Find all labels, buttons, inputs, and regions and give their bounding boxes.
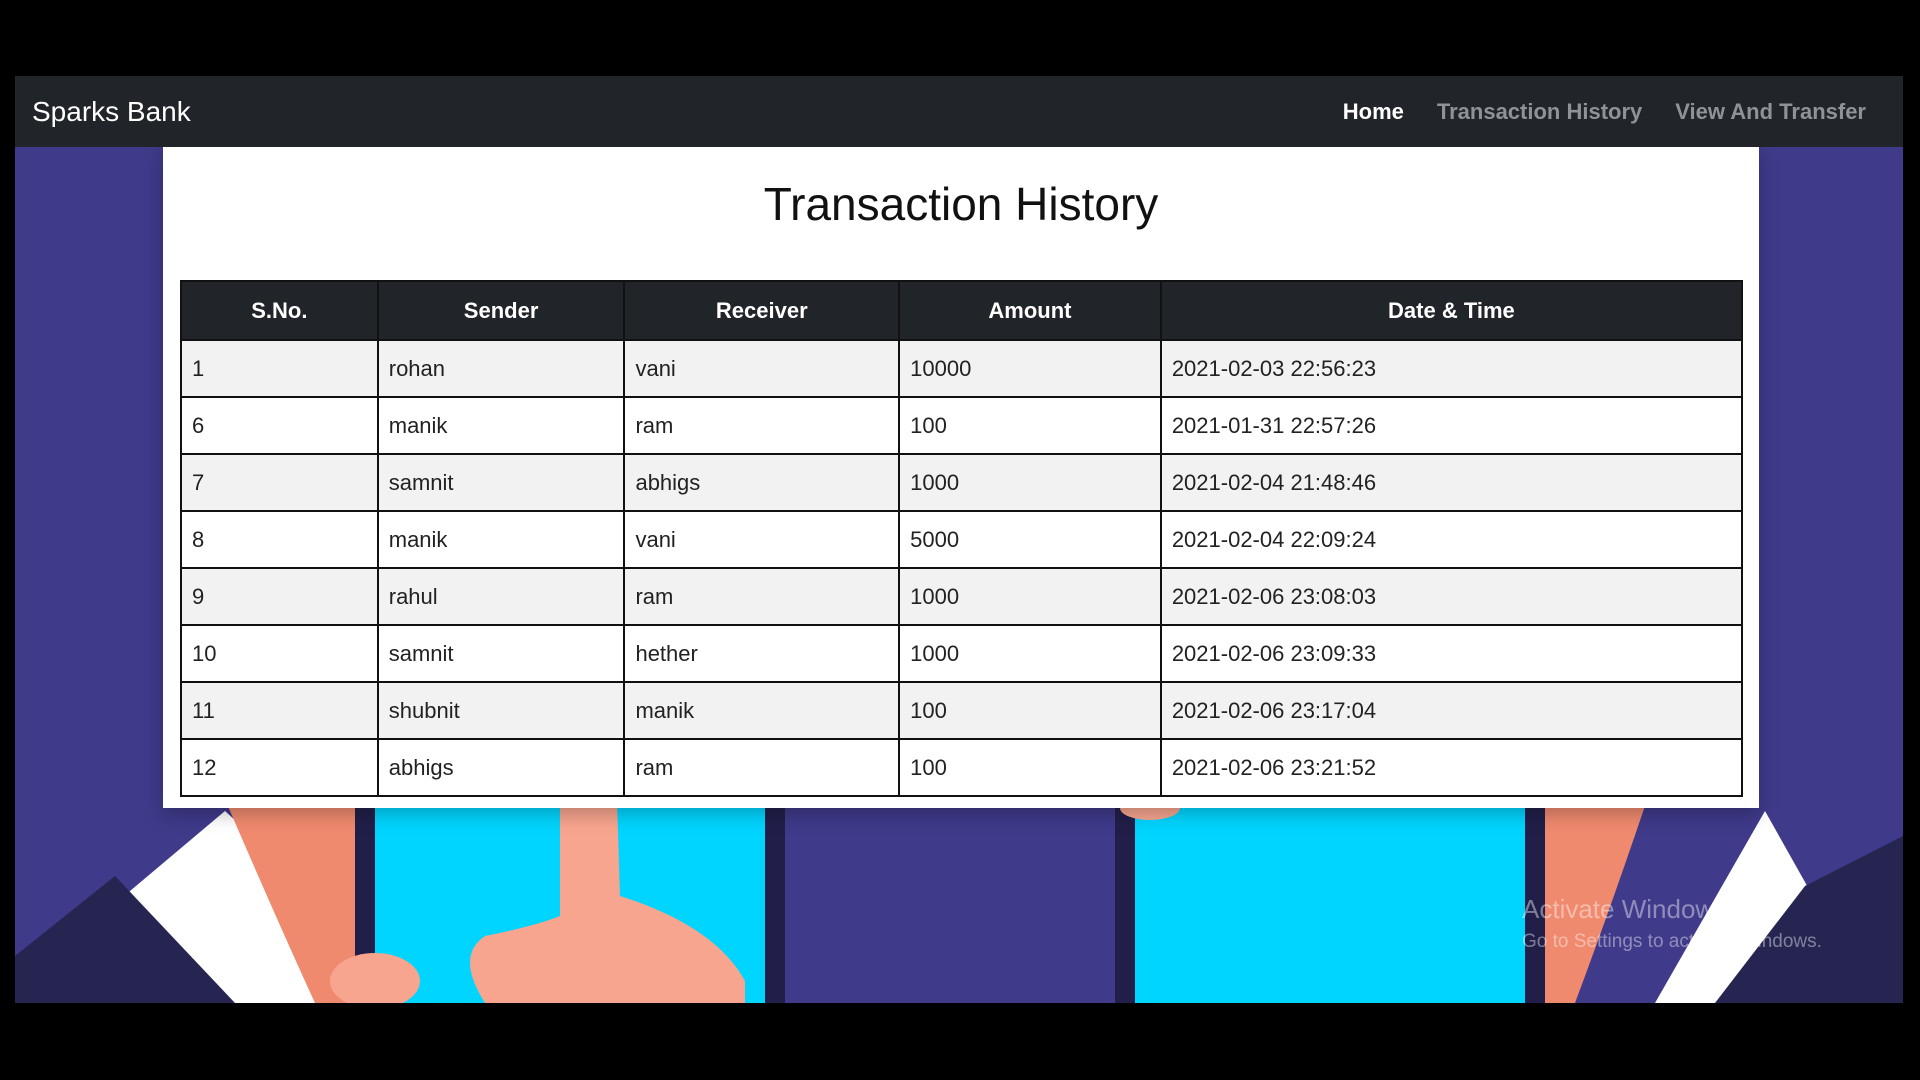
cell-sender: rahul xyxy=(376,567,626,626)
nav-view-and-transfer-link[interactable]: View And Transfer xyxy=(1675,99,1866,125)
header-receiver: Receiver xyxy=(623,280,901,341)
cell-receiver: manik xyxy=(623,681,901,740)
transaction-panel: Transaction History S.No. Sender Receive… xyxy=(163,147,1759,808)
cell-date-time: 2021-02-04 21:48:46 xyxy=(1159,453,1744,512)
cell-sender: samnit xyxy=(376,624,626,683)
activate-windows-watermark: Activate Windows Go to Settings to activ… xyxy=(1522,894,1822,953)
cell-date-time: 2021-01-31 22:57:26 xyxy=(1159,396,1744,455)
table-row: 10 samnit hether 1000 2021-02-06 23:09:3… xyxy=(180,624,1744,683)
transaction-table: S.No. Sender Receiver Amount Date & Time… xyxy=(180,280,1744,797)
nav-home-link[interactable]: Home xyxy=(1343,99,1404,125)
cell-amount: 5000 xyxy=(898,510,1162,569)
cell-sender: samnit xyxy=(376,453,626,512)
nav-links: Home Transaction History View And Transf… xyxy=(1343,76,1866,147)
cell-amount: 1000 xyxy=(898,453,1162,512)
watermark-title: Activate Windows xyxy=(1522,894,1728,924)
cell-amount: 100 xyxy=(898,396,1162,455)
cell-date-time: 2021-02-06 23:21:52 xyxy=(1159,738,1744,797)
table-row: 8 manik vani 5000 2021-02-04 22:09:24 xyxy=(180,510,1744,569)
cell-sno: 12 xyxy=(180,738,379,797)
header-sno: S.No. xyxy=(180,280,379,341)
table-row: 6 manik ram 100 2021-01-31 22:57:26 xyxy=(180,396,1744,455)
brand-logo[interactable]: Sparks Bank xyxy=(32,76,191,147)
cell-sno: 6 xyxy=(180,396,379,455)
cell-sno: 8 xyxy=(180,510,379,569)
header-date-time: Date & Time xyxy=(1159,280,1744,341)
cell-date-time: 2021-02-06 23:17:04 xyxy=(1159,681,1744,740)
table-row: 9 rahul ram 1000 2021-02-06 23:08:03 xyxy=(180,567,1744,626)
cell-receiver: vani xyxy=(623,510,901,569)
cell-receiver: ram xyxy=(623,567,901,626)
cell-date-time: 2021-02-04 22:09:24 xyxy=(1159,510,1744,569)
cell-date-time: 2021-02-03 22:56:23 xyxy=(1159,339,1744,398)
cell-date-time: 2021-02-06 23:08:03 xyxy=(1159,567,1744,626)
cell-sno: 10 xyxy=(180,624,379,683)
cell-receiver: abhigs xyxy=(623,453,901,512)
table-row: 7 samnit abhigs 1000 2021-02-04 21:48:46 xyxy=(180,453,1744,512)
header-sender: Sender xyxy=(376,280,626,341)
table-row: 12 abhigs ram 100 2021-02-06 23:21:52 xyxy=(180,738,1744,797)
cell-receiver: ram xyxy=(623,396,901,455)
cell-receiver: ram xyxy=(623,738,901,797)
cell-sno: 11 xyxy=(180,681,379,740)
cell-date-time: 2021-02-06 23:09:33 xyxy=(1159,624,1744,683)
cell-sender: manik xyxy=(376,510,626,569)
cell-amount: 1000 xyxy=(898,567,1162,626)
cell-amount: 1000 xyxy=(898,624,1162,683)
nav-transaction-history-link[interactable]: Transaction History xyxy=(1437,99,1642,125)
table-header-row: S.No. Sender Receiver Amount Date & Time xyxy=(180,280,1744,341)
cell-sender: abhigs xyxy=(376,738,626,797)
cell-amount: 100 xyxy=(898,681,1162,740)
table-row: 11 shubnit manik 100 2021-02-06 23:17:04 xyxy=(180,681,1744,740)
cell-sno: 1 xyxy=(180,339,379,398)
cell-sender: shubnit xyxy=(376,681,626,740)
watermark-subtitle: Go to Settings to activate Windows. xyxy=(1522,931,1822,952)
browser-viewport: Sparks Bank Home Transaction History Vie… xyxy=(15,76,1903,1003)
cell-sender: rohan xyxy=(376,339,626,398)
page-title: Transaction History xyxy=(763,178,1159,230)
table-row: 1 rohan vani 10000 2021-02-03 22:56:23 xyxy=(180,339,1744,398)
cell-sno: 7 xyxy=(180,453,379,512)
header-amount: Amount xyxy=(898,280,1162,341)
cell-receiver: vani xyxy=(623,339,901,398)
cell-amount: 10000 xyxy=(898,339,1162,398)
cell-amount: 100 xyxy=(898,738,1162,797)
cell-sno: 9 xyxy=(180,567,379,626)
cell-receiver: hether xyxy=(623,624,901,683)
navbar: Sparks Bank Home Transaction History Vie… xyxy=(15,76,1903,147)
cell-sender: manik xyxy=(376,396,626,455)
